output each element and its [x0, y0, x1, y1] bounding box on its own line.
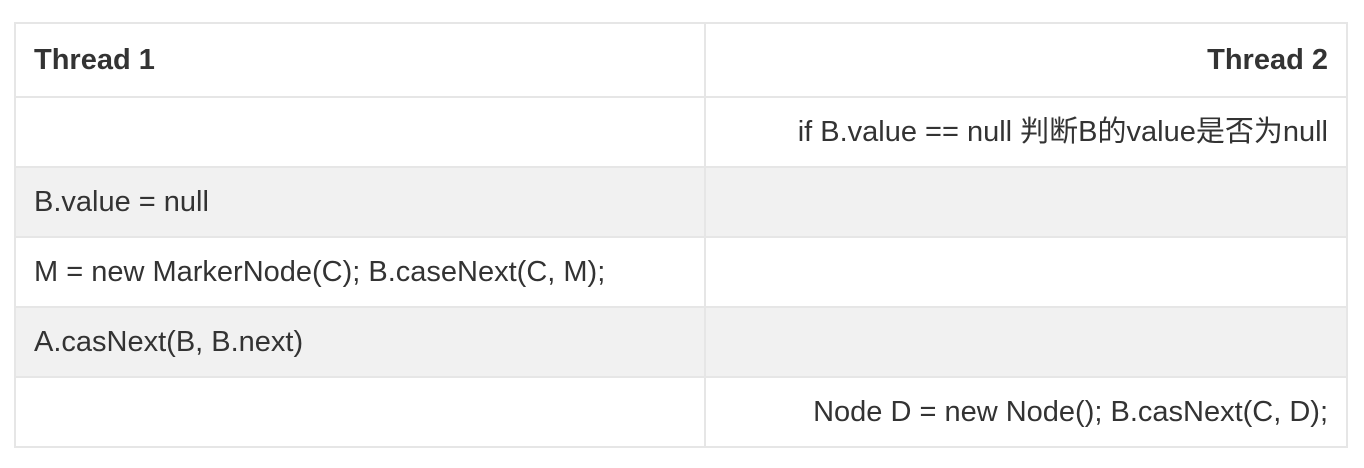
table-row: B.value = null — [14, 166, 1348, 238]
cell-thread-2: Node D = new Node(); B.casNext(C, D); — [704, 376, 1348, 448]
table-header-row: Thread 1 Thread 2 — [14, 22, 1348, 98]
cell-thread-1: A.casNext(B, B.next) — [14, 306, 706, 378]
cell-thread-2 — [704, 166, 1348, 238]
cell-thread-2 — [704, 236, 1348, 308]
cell-thread-1: B.value = null — [14, 166, 706, 238]
table-row: M = new MarkerNode(C); B.caseNext(C, M); — [14, 236, 1348, 308]
cell-thread-2: if B.value == null 判断B的value是否为null — [704, 96, 1348, 168]
thread-interleaving-table: Thread 1 Thread 2 if B.value == null 判断B… — [14, 22, 1348, 448]
header-thread-2: Thread 2 — [704, 22, 1348, 98]
cell-thread-1 — [14, 96, 706, 168]
header-thread-1: Thread 1 — [14, 22, 706, 98]
cell-thread-1: M = new MarkerNode(C); B.caseNext(C, M); — [14, 236, 706, 308]
cell-thread-2 — [704, 306, 1348, 378]
thread-interleaving-table-container: Thread 1 Thread 2 if B.value == null 判断B… — [14, 22, 1348, 448]
table-row: A.casNext(B, B.next) — [14, 306, 1348, 378]
table-row: Node D = new Node(); B.casNext(C, D); — [14, 376, 1348, 448]
table-row: if B.value == null 判断B的value是否为null — [14, 96, 1348, 168]
cell-thread-1 — [14, 376, 706, 448]
